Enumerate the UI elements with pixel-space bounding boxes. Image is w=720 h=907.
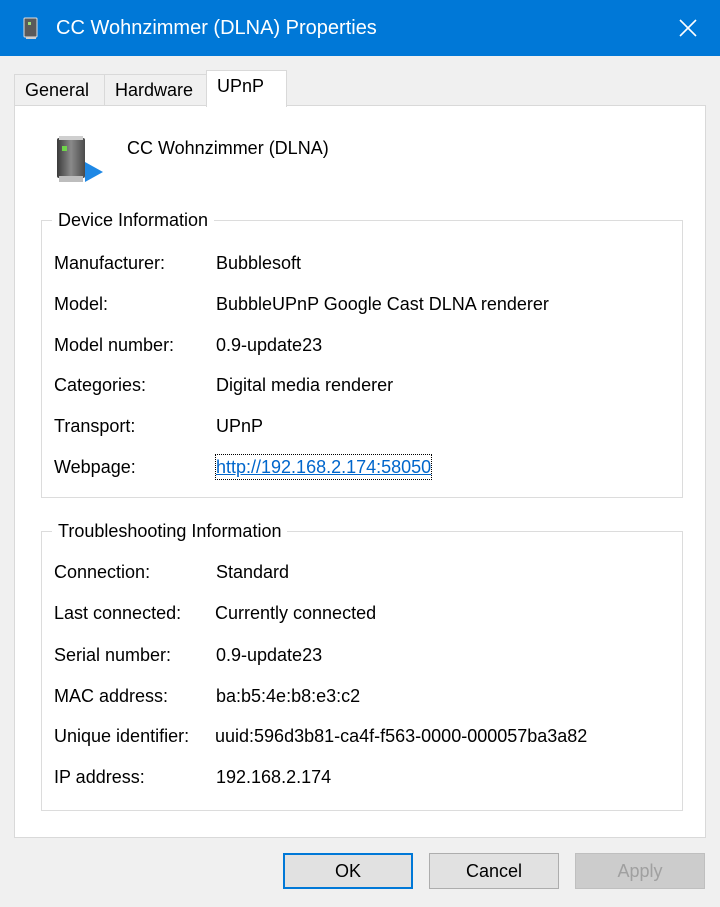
row-label: Manufacturer: <box>54 253 166 273</box>
row-label: Last connected: <box>54 603 182 623</box>
device-name: CC Wohnzimmer (DLNA) <box>127 138 329 158</box>
media-device-icon <box>23 17 38 39</box>
row-value: Bubblesoft <box>216 253 302 273</box>
group-title: Troubleshooting Information <box>52 518 288 544</box>
row-label: Model number: <box>54 335 175 355</box>
upnp-panel: CC Wohnzimmer (DLNA) Device Information … <box>14 105 706 838</box>
row-label: Webpage: <box>54 457 136 477</box>
ok-button[interactable]: OK <box>283 853 413 889</box>
row-value: 192.168.2.174 <box>216 767 332 787</box>
device-information-group: Device Information Manufacturer: Bubbles… <box>41 207 683 498</box>
row-value: Digital media renderer <box>216 375 394 395</box>
row-label: Model: <box>54 294 109 314</box>
webpage-link[interactable]: http://192.168.2.174:58050 <box>214 454 433 480</box>
window-title: CC Wohnzimmer (DLNA) Properties <box>56 17 377 39</box>
row-value: BubbleUPnP Google Cast DLNA renderer <box>216 294 549 314</box>
row-value: 0.9-update23 <box>216 645 323 665</box>
media-device-icon <box>57 136 103 182</box>
troubleshooting-information-group: Troubleshooting Information Connection: … <box>41 518 683 811</box>
row-label: Serial number: <box>54 645 172 665</box>
row-label: MAC address: <box>54 686 169 706</box>
row-value: ba:b5:4e:b8:e3:c2 <box>216 686 361 706</box>
apply-button[interactable]: Apply <box>575 853 705 889</box>
row-label: Connection: <box>54 562 151 582</box>
tab-upnp[interactable]: UPnP <box>206 70 287 107</box>
group-title: Device Information <box>52 207 215 233</box>
tab-hardware[interactable]: Hardware <box>104 74 207 106</box>
row-label: Categories: <box>54 375 147 395</box>
tab-general[interactable]: General <box>14 74 105 106</box>
row-label: IP address: <box>54 767 145 787</box>
title-bar[interactable]: CC Wohnzimmer (DLNA) Properties <box>0 0 720 56</box>
cancel-button[interactable]: Cancel <box>429 853 559 889</box>
row-label: Transport: <box>54 416 136 436</box>
row-label: Unique identifier: <box>54 726 190 746</box>
close-button[interactable] <box>656 0 720 56</box>
row-value: Currently connected <box>215 603 377 623</box>
row-value: UPnP <box>216 416 264 436</box>
properties-dialog: CC Wohnzimmer (DLNA) Properties General … <box>0 0 720 907</box>
row-value: 0.9-update23 <box>216 335 323 355</box>
row-value: Standard <box>216 562 290 582</box>
close-icon <box>679 19 697 37</box>
row-value: uuid:596d3b81-ca4f-f563-0000-000057ba3a8… <box>215 726 588 746</box>
